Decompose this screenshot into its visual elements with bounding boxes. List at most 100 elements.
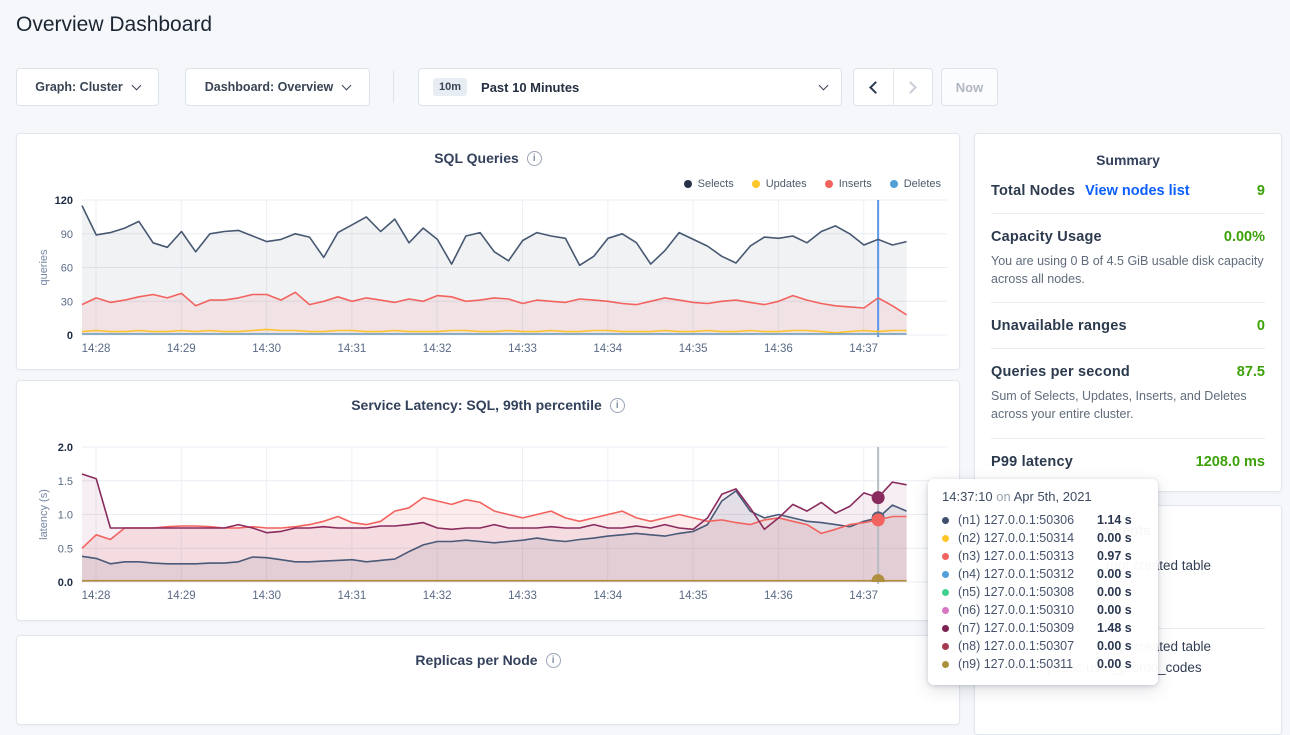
x-tick-label: 14:35	[679, 343, 708, 355]
y-tick-label: 1.0	[58, 510, 73, 522]
node-address: (n1) 127.0.0.1:50306	[958, 513, 1097, 527]
chevron-right-icon	[904, 81, 917, 94]
x-tick-label: 14:30	[252, 590, 281, 602]
dashboard-dropdown[interactable]: Dashboard: Overview	[185, 68, 370, 106]
x-tick-label: 14:34	[593, 590, 622, 602]
total-nodes-value: 9	[1257, 183, 1265, 199]
sql-queries-legend: Selects Updates Inserts Deletes	[684, 178, 941, 190]
legend-item-inserts[interactable]: Inserts	[825, 178, 872, 190]
replicas-card: Replicas per Node i	[16, 635, 960, 725]
x-tick-label: 14:29	[167, 343, 196, 355]
view-nodes-list-link[interactable]: View nodes list	[1085, 183, 1190, 199]
chevron-down-icon	[131, 80, 141, 90]
node-address: (n2) 127.0.0.1:50314	[958, 531, 1097, 545]
capacity-desc: You are using 0 B of 4.5 GiB usable disk…	[991, 252, 1265, 288]
node-latency-value: 1.48 s	[1097, 621, 1132, 635]
x-tick-label: 14:28	[82, 590, 111, 602]
summary-title: Summary	[975, 134, 1281, 168]
y-axis-label: latency (s)	[38, 489, 50, 540]
node-dot-icon	[942, 571, 949, 578]
x-tick-label: 14:31	[338, 343, 367, 355]
graph-dropdown-label: Graph: Cluster	[35, 80, 123, 94]
latency-card: Service Latency: SQL, 99th percentile i …	[16, 380, 960, 621]
y-tick-label: 30	[61, 296, 73, 308]
page-title: Overview Dashboard	[16, 13, 212, 37]
node-address: (n4) 127.0.0.1:50312	[958, 567, 1097, 581]
y-tick-label: 0.0	[58, 577, 73, 589]
node-latency-value: 0.00 s	[1097, 531, 1132, 545]
x-tick-label: 14:36	[764, 590, 793, 602]
x-tick-label: 14:29	[167, 590, 196, 602]
x-tick-label: 14:37	[849, 590, 878, 602]
hover-dot	[872, 574, 885, 587]
tooltip-row: (n8) 127.0.0.1:503070.00 s	[942, 637, 1144, 655]
dashboard-dropdown-label: Dashboard: Overview	[205, 80, 334, 94]
node-dot-icon	[942, 517, 949, 524]
y-tick-label: 0	[67, 330, 73, 342]
y-tick-label: 60	[61, 263, 73, 275]
legend-item-selects[interactable]: Selects	[684, 178, 734, 190]
tooltip-row: (n4) 127.0.0.1:503120.00 s	[942, 565, 1144, 583]
summary-capacity: Capacity Usage 0.00% You are using 0 B o…	[991, 214, 1265, 303]
tooltip-row: (n7) 127.0.0.1:503091.48 s	[942, 619, 1144, 637]
node-latency-value: 0.00 s	[1097, 585, 1132, 599]
y-tick-label: 90	[61, 229, 73, 241]
node-dot-icon	[942, 625, 949, 632]
unavailable-value: 0	[1257, 318, 1265, 334]
latency-chart[interactable]: 0.00.51.01.52.014:2814:2914:3014:3114:32…	[17, 381, 961, 622]
y-tick-label: 120	[55, 195, 73, 207]
legend-label: Deletes	[904, 178, 941, 190]
qps-value: 87.5	[1237, 364, 1265, 380]
node-dot-icon	[942, 589, 949, 596]
tooltip-row: (n9) 127.0.0.1:503110.00 s	[942, 655, 1144, 673]
total-nodes-label: Total Nodes	[991, 183, 1075, 199]
legend-item-updates[interactable]: Updates	[752, 178, 807, 190]
summary-panel: Summary Total Nodes View nodes list 9 Ca…	[974, 133, 1282, 492]
controls-divider	[393, 71, 394, 103]
legend-item-deletes[interactable]: Deletes	[890, 178, 941, 190]
node-dot-icon	[942, 661, 949, 668]
x-tick-label: 14:33	[508, 590, 537, 602]
node-dot-icon	[942, 643, 949, 650]
graph-dropdown[interactable]: Graph: Cluster	[16, 68, 159, 106]
legend-dot-icon	[752, 180, 760, 188]
info-icon[interactable]: i	[546, 653, 561, 668]
node-latency-value: 1.14 s	[1097, 513, 1132, 527]
node-address: (n7) 127.0.0.1:50309	[958, 621, 1097, 635]
x-tick-label: 14:33	[508, 343, 537, 355]
tooltip-row: (n5) 127.0.0.1:503080.00 s	[942, 583, 1144, 601]
x-tick-label: 14:32	[423, 343, 452, 355]
p99-value: 1208.0 ms	[1196, 454, 1265, 470]
legend-dot-icon	[890, 180, 898, 188]
now-button[interactable]: Now	[941, 68, 998, 106]
node-address: (n3) 127.0.0.1:50313	[958, 549, 1097, 563]
chevron-down-icon	[819, 80, 829, 90]
info-icon[interactable]: i	[527, 151, 542, 166]
x-tick-label: 14:35	[679, 590, 708, 602]
time-range-dropdown[interactable]: 10m Past 10 Minutes	[418, 68, 842, 106]
chevron-left-icon	[869, 81, 882, 94]
y-axis-label: queries	[38, 249, 50, 286]
node-dot-icon	[942, 553, 949, 560]
info-icon[interactable]: i	[610, 398, 625, 413]
legend-label: Inserts	[839, 178, 872, 190]
sql-queries-title: SQL Queries	[434, 150, 519, 166]
legend-label: Selects	[698, 178, 734, 190]
time-range-label: Past 10 Minutes	[481, 80, 579, 95]
sql-queries-chart[interactable]: 030609012014:2814:2914:3014:3114:3214:33…	[17, 134, 961, 371]
latency-tooltip: 14:37:10 on Apr 5th, 2021 (n1) 127.0.0.1…	[928, 479, 1158, 685]
node-address: (n9) 127.0.0.1:50311	[958, 657, 1097, 671]
x-tick-label: 14:36	[764, 343, 793, 355]
qps-desc: Sum of Selects, Updates, Inserts, and De…	[991, 387, 1265, 423]
time-prev-button[interactable]	[854, 69, 893, 105]
tooltip-row: (n2) 127.0.0.1:503140.00 s	[942, 529, 1144, 547]
node-latency-value: 0.00 s	[1097, 639, 1132, 653]
time-step-buttons	[853, 68, 933, 106]
legend-dot-icon	[825, 180, 833, 188]
legend-dot-icon	[684, 180, 692, 188]
unavailable-label: Unavailable ranges	[991, 318, 1127, 334]
legend-label: Updates	[766, 178, 807, 190]
time-next-button[interactable]	[893, 69, 933, 105]
node-address: (n6) 127.0.0.1:50310	[958, 603, 1097, 617]
capacity-value: 0.00%	[1224, 229, 1265, 245]
